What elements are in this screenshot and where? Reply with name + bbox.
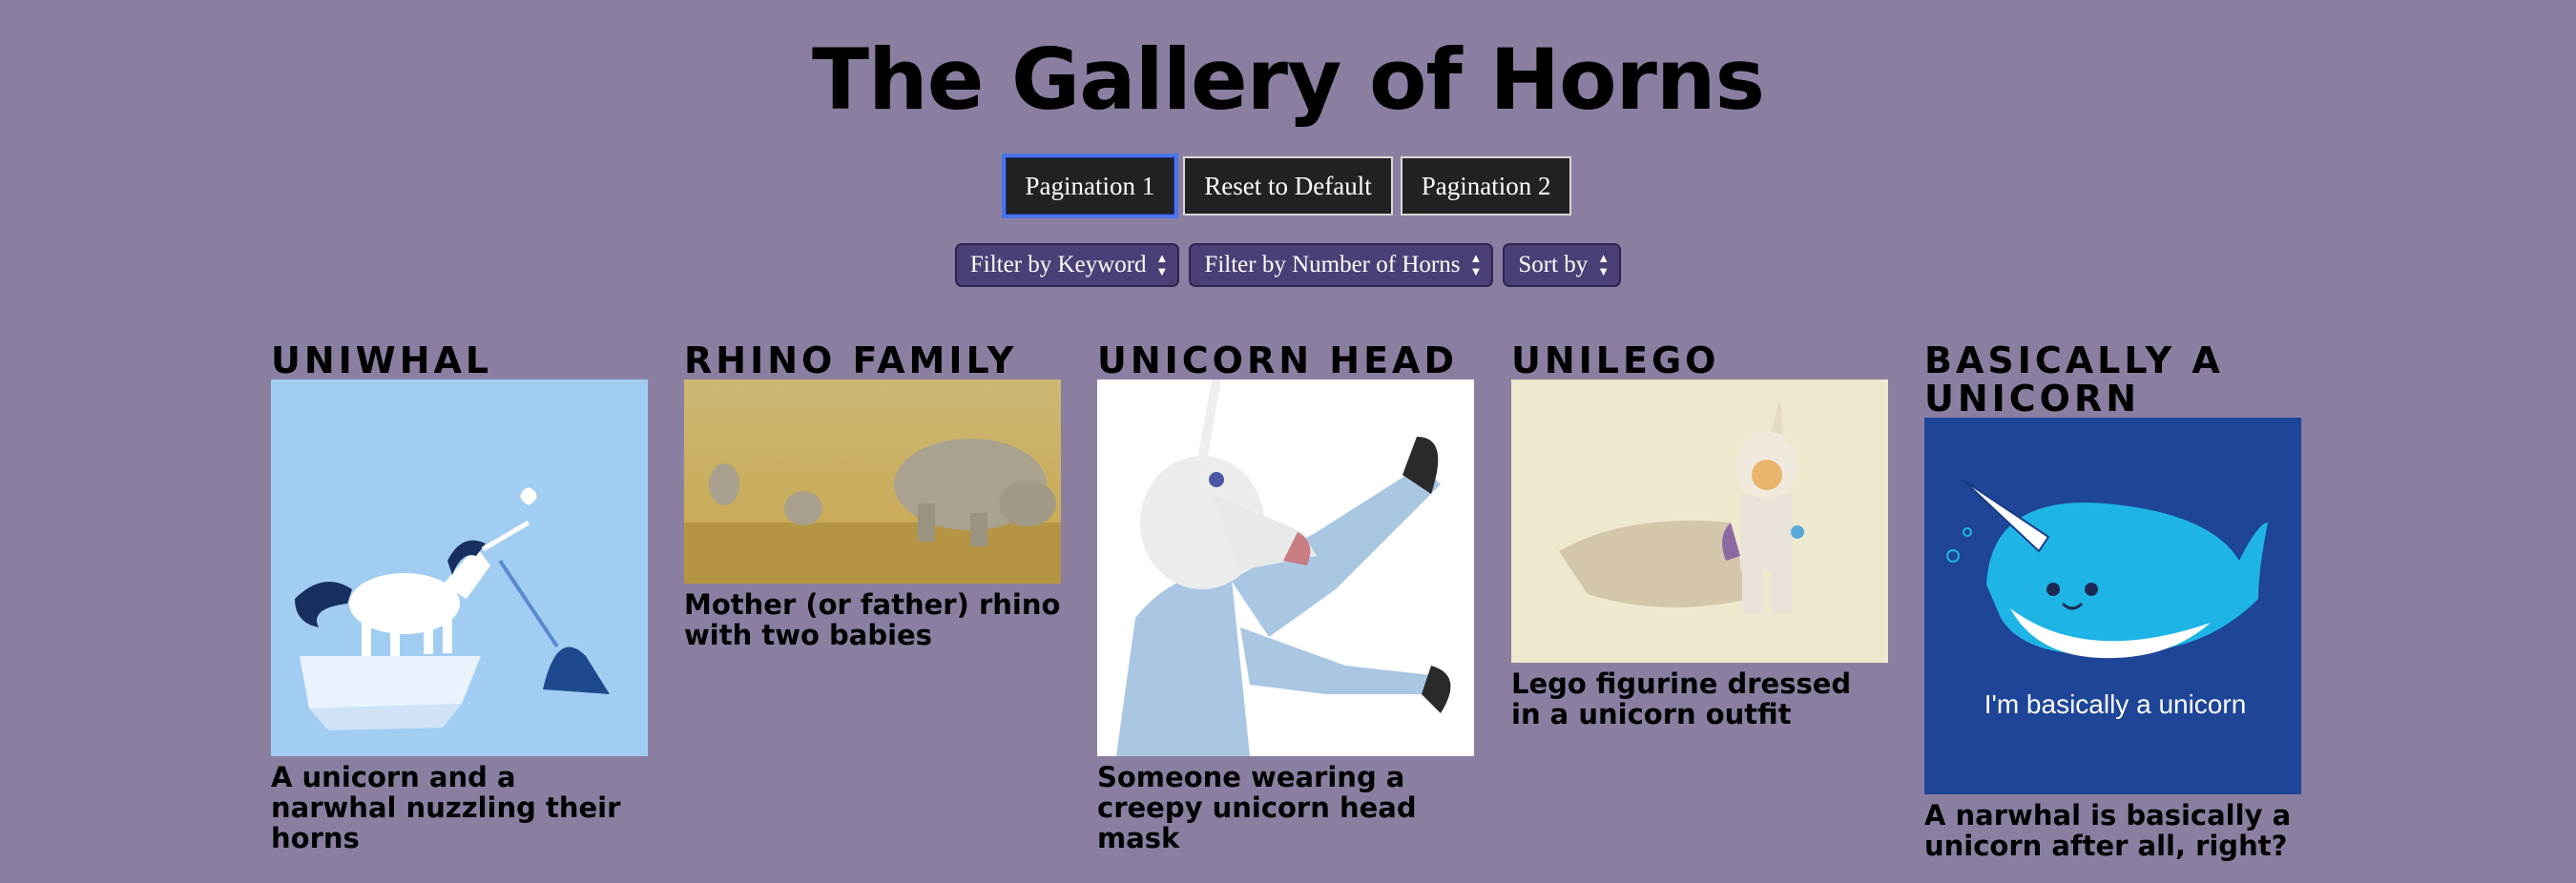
sort-label: Sort by: [1518, 252, 1589, 277]
unicorn-head-image: [1097, 380, 1474, 756]
select-arrows-icon: ▲ ▼: [1469, 251, 1483, 278]
card-title: UniWhal: [271, 339, 493, 381]
card-description: Someone wearing a creepy unicorn head ma…: [1097, 761, 1417, 854]
sort-select[interactable]: Sort by ▲ ▼: [1503, 243, 1622, 287]
card-description: A unicorn and a narwhal nuzzling their h…: [271, 761, 621, 854]
keyword-filter-select[interactable]: Filter by Keyword ▲ ▼: [954, 243, 1180, 287]
unilego-image: [1511, 380, 1888, 663]
gallery-card: UniWhal A unicorn and a narwhal nuzzling…: [271, 341, 648, 853]
pagination-1-button[interactable]: Pagination 1: [1001, 154, 1179, 218]
horns-filter-label: Filter by Number of Horns: [1204, 252, 1461, 277]
card-description: Mother (or father) rhino with two babies: [684, 588, 1061, 651]
select-arrows-icon: ▲ ▼: [1155, 251, 1169, 278]
card-description: A narwhal is basically a unicorn after a…: [1924, 799, 2292, 862]
gallery-card: Basically a unicorn I'm basically a unic…: [1924, 341, 2301, 861]
basically-a-unicorn-image: I'm basically a unicorn: [1924, 418, 2301, 794]
card-title: Unicorn Head: [1097, 339, 1458, 381]
filter-controls: Filter by Keyword ▲ ▼ Filter by Number of…: [0, 243, 2576, 287]
rhino-family-image: [684, 380, 1061, 584]
select-arrows-icon: ▲ ▼: [1597, 251, 1610, 278]
card-description: Lego figurine dressed in a unicorn outfi…: [1511, 667, 1852, 730]
horns-filter-select[interactable]: Filter by Number of Horns ▲ ▼: [1189, 243, 1494, 287]
pagination-2-button[interactable]: Pagination 2: [1400, 156, 1572, 216]
gallery-card: Rhino Family Mother (or father) rhino wi…: [684, 341, 1061, 650]
card-title: Basically a unicorn: [1924, 339, 2224, 420]
gallery-card: UniLego Lego figurine dressed in a unico…: [1511, 341, 1888, 729]
shirt-text: I'm basically a unicorn: [1984, 689, 2247, 719]
gallery-card: Unicorn Head Someone wearing a creepy un…: [1097, 341, 1474, 853]
uniwhal-image: [271, 380, 648, 756]
keyword-filter-label: Filter by Keyword: [969, 252, 1147, 277]
pagination-controls: Pagination 1 Reset to Default Pagination…: [0, 154, 2576, 218]
card-title: UniLego: [1511, 339, 1720, 381]
page-title: The Gallery of Horns: [812, 31, 1765, 129]
reset-button[interactable]: Reset to Default: [1183, 156, 1393, 216]
card-title: Rhino Family: [684, 339, 1018, 381]
